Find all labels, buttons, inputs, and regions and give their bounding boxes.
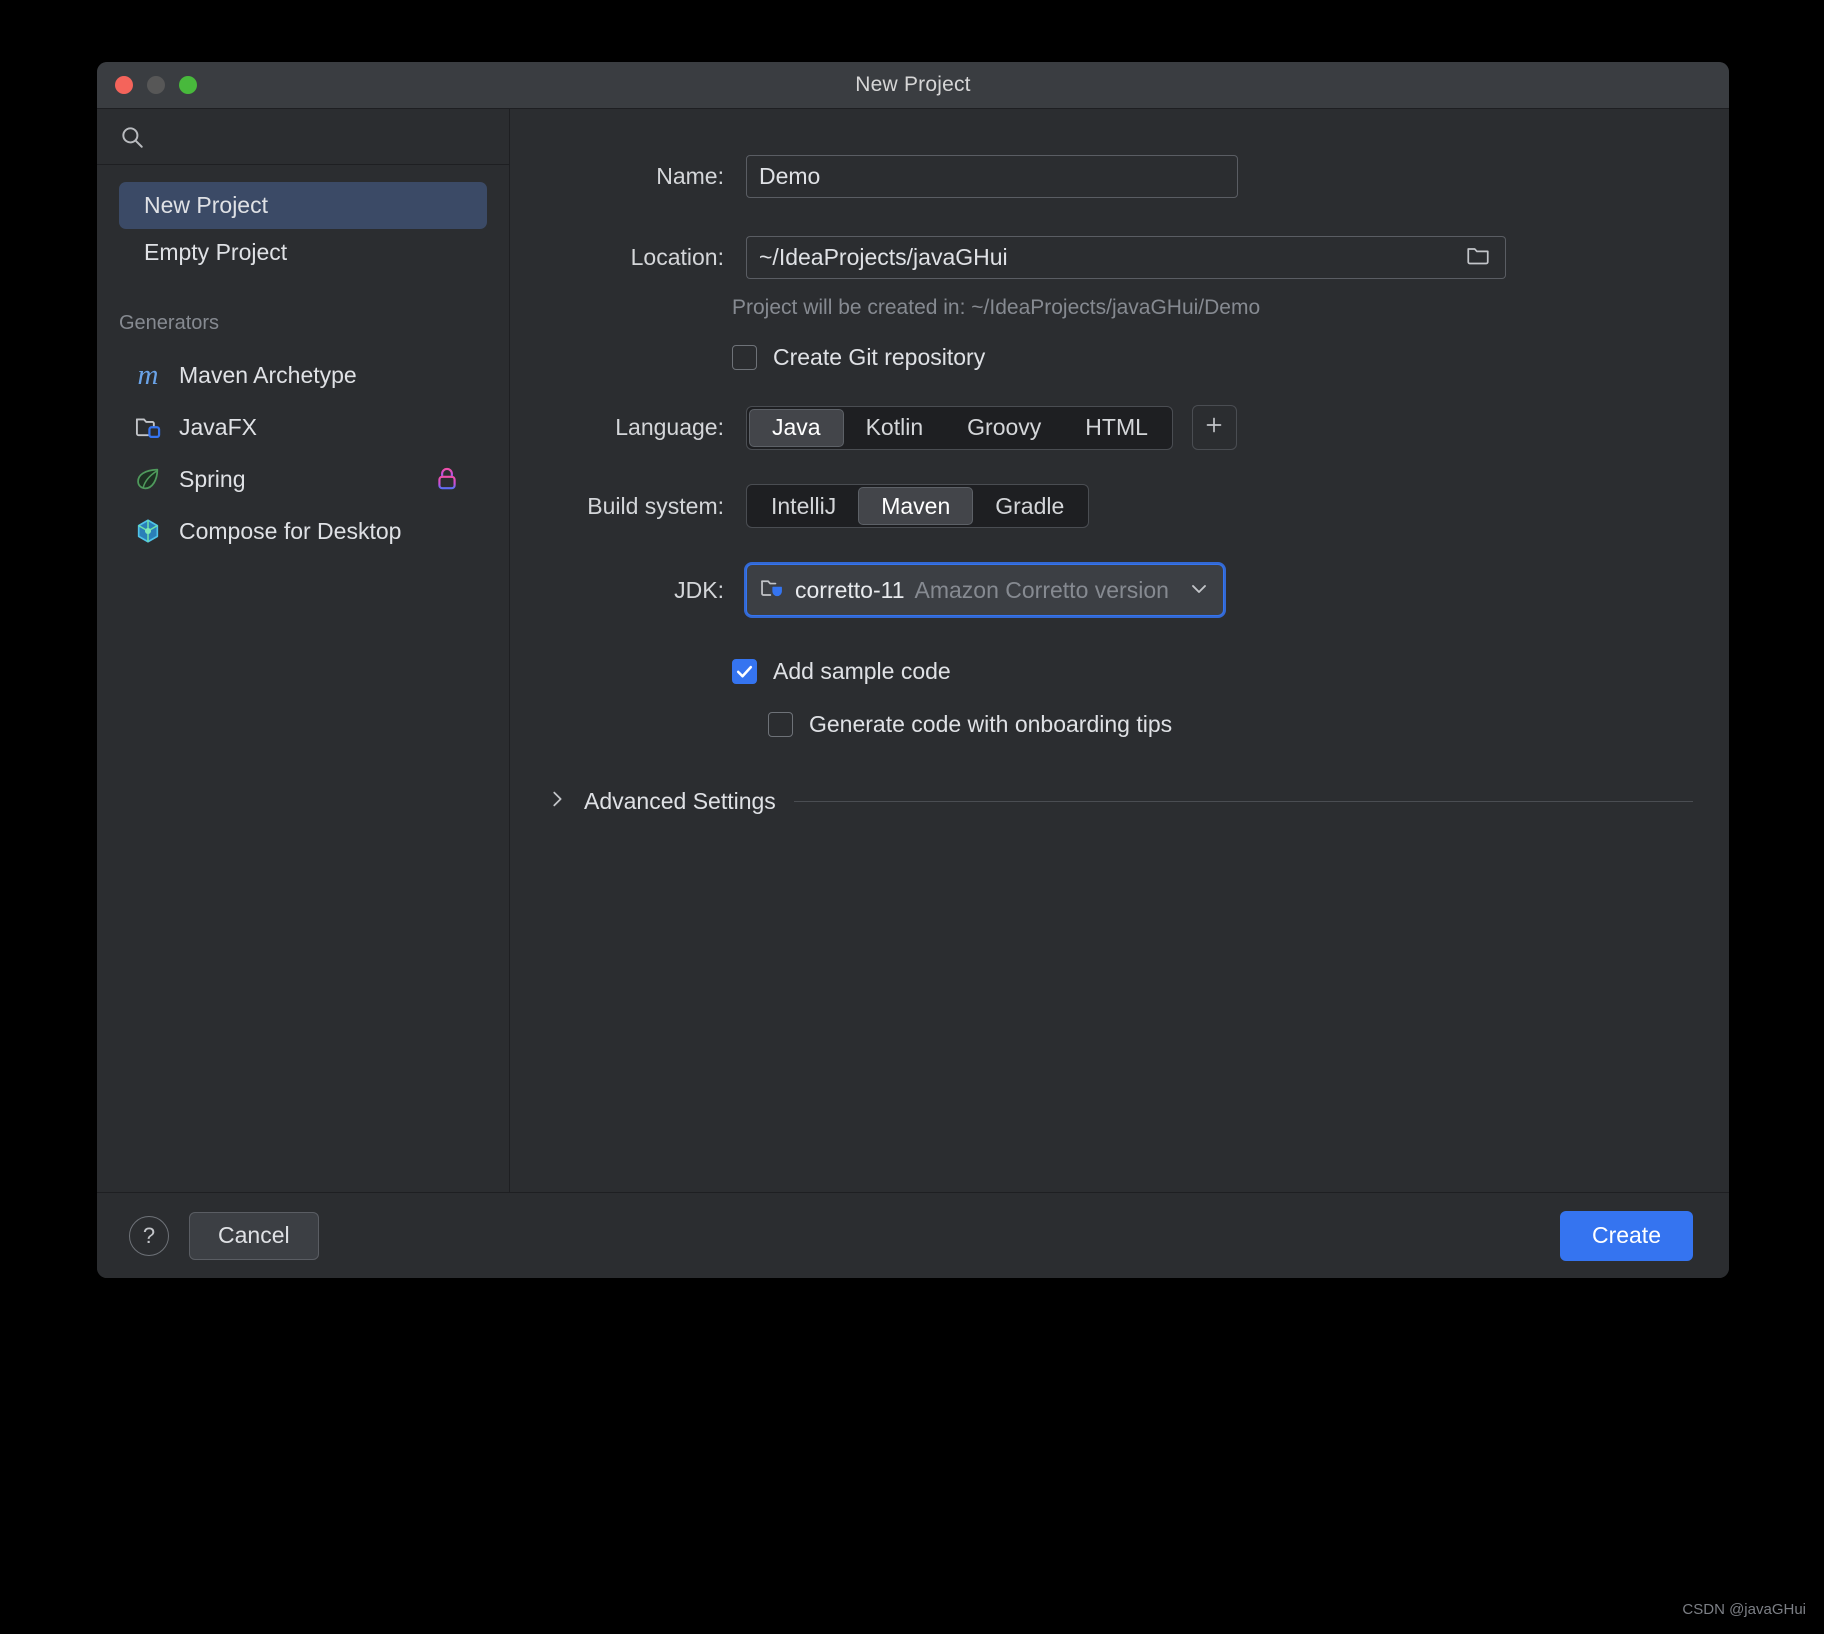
advanced-settings-section[interactable]: Advanced Settings [546, 788, 1693, 815]
sidebar: New Project Empty Project Generators m M… [97, 109, 510, 1192]
build-system-label: Build system: [587, 492, 724, 519]
name-input[interactable]: Demo [746, 155, 1238, 198]
onboarding-tips-label: Generate code with onboarding tips [809, 711, 1173, 737]
generators-section-title: Generators [119, 312, 220, 334]
chevron-down-icon [1187, 576, 1211, 605]
sidebar-item-label: Maven Archetype [179, 361, 357, 388]
sidebar-item-label: Compose for Desktop [179, 517, 402, 544]
location-input[interactable]: ~/IdeaProjects/javaGHui [746, 236, 1450, 279]
dialog-footer: ? Cancel Create [97, 1192, 1729, 1278]
advanced-settings-divider [793, 801, 1693, 802]
maven-icon: m [137, 358, 159, 391]
dialog-body: New Project Empty Project Generators m M… [97, 109, 1729, 1192]
location-hint: Project will be created in: ~/IdeaProjec… [732, 296, 1261, 319]
build-option-maven[interactable]: Maven [858, 487, 974, 525]
sidebar-item-javafx[interactable]: JavaFX [97, 401, 509, 453]
sample-code-label: Add sample code [773, 658, 951, 684]
build-option-intellij[interactable]: IntelliJ [749, 487, 858, 525]
add-language-button[interactable] [1191, 405, 1237, 450]
language-option-java[interactable]: Java [749, 408, 844, 447]
browse-folder-button[interactable] [1450, 236, 1506, 279]
jdk-row: JDK: corretto-11 Amazon Corretto version [510, 564, 1729, 616]
git-checkbox-row[interactable]: Create Git repository [732, 344, 1729, 371]
build-system-segmented-control: IntelliJ Maven Gradle [746, 484, 1090, 528]
javafx-folder-icon [133, 412, 163, 442]
sidebar-item-label: JavaFX [179, 413, 257, 440]
folder-icon [1465, 242, 1491, 273]
watermark: CSDN @javaGHui [1682, 1601, 1806, 1618]
sidebar-item-spring[interactable]: Spring [97, 453, 509, 505]
build-system-row: Build system: IntelliJ Maven Gradle [510, 484, 1729, 528]
advanced-settings-label: Advanced Settings [584, 788, 776, 814]
onboarding-tips-checkbox[interactable] [768, 712, 793, 737]
add-sample-code-checkbox[interactable] [732, 659, 757, 684]
jdk-description: Amazon Corretto version [914, 576, 1169, 603]
name-label: Name: [656, 163, 724, 189]
sidebar-item-label: Spring [179, 465, 246, 492]
new-project-dialog: New Project New Project Empty Project Ge… [97, 62, 1729, 1278]
language-segmented-control: Java Kotlin Groovy HTML [746, 405, 1173, 450]
jdk-label: JDK: [674, 576, 724, 603]
sidebar-item-compose-for-desktop[interactable]: Compose for Desktop [97, 505, 509, 557]
search-input[interactable] [97, 109, 509, 165]
build-option-gradle[interactable]: Gradle [973, 487, 1086, 525]
template-list: New Project Empty Project Generators m M… [97, 165, 509, 557]
create-button[interactable]: Create [1559, 1210, 1693, 1261]
title-bar: New Project [97, 62, 1729, 109]
language-option-groovy[interactable]: Groovy [945, 409, 1063, 447]
location-row: Location: ~/IdeaProjects/javaGHui [510, 236, 1729, 279]
jdk-selected-value: corretto-11 [795, 576, 905, 603]
sidebar-item-empty-project[interactable]: Empty Project [119, 229, 487, 276]
git-checkbox-label: Create Git repository [773, 344, 986, 370]
spring-leaf-icon [133, 464, 163, 494]
name-row: Name: Demo [510, 155, 1729, 198]
cancel-button[interactable]: Cancel [189, 1211, 319, 1260]
language-row: Language: Java Kotlin Groovy HTML [510, 405, 1729, 450]
sidebar-item-label: New Project [144, 192, 268, 218]
main-panel: Name: Demo Location: ~/IdeaProjects/java… [510, 109, 1729, 1192]
onboarding-tips-row[interactable]: Generate code with onboarding tips [768, 711, 1729, 738]
search-icon [119, 124, 145, 150]
language-option-kotlin[interactable]: Kotlin [844, 409, 946, 447]
compose-icon [133, 516, 163, 546]
help-button[interactable]: ? [129, 1215, 169, 1256]
chevron-right-icon [546, 788, 568, 815]
jdk-dropdown[interactable]: corretto-11 Amazon Corretto version [746, 564, 1224, 616]
jdk-folder-icon [759, 575, 785, 606]
location-field-group: ~/IdeaProjects/javaGHui [746, 236, 1506, 279]
sidebar-item-new-project[interactable]: New Project [119, 182, 487, 229]
window-title: New Project [855, 73, 971, 96]
lock-icon [435, 466, 459, 492]
plus-icon [1202, 413, 1226, 442]
sample-code-row[interactable]: Add sample code [732, 658, 1729, 685]
language-option-html[interactable]: HTML [1063, 409, 1170, 447]
location-label: Location: [630, 244, 724, 270]
sidebar-item-maven-archetype[interactable]: m Maven Archetype [97, 349, 509, 401]
sidebar-item-label: Empty Project [144, 239, 288, 265]
language-label: Language: [615, 414, 724, 440]
create-git-repository-checkbox[interactable] [732, 345, 757, 370]
